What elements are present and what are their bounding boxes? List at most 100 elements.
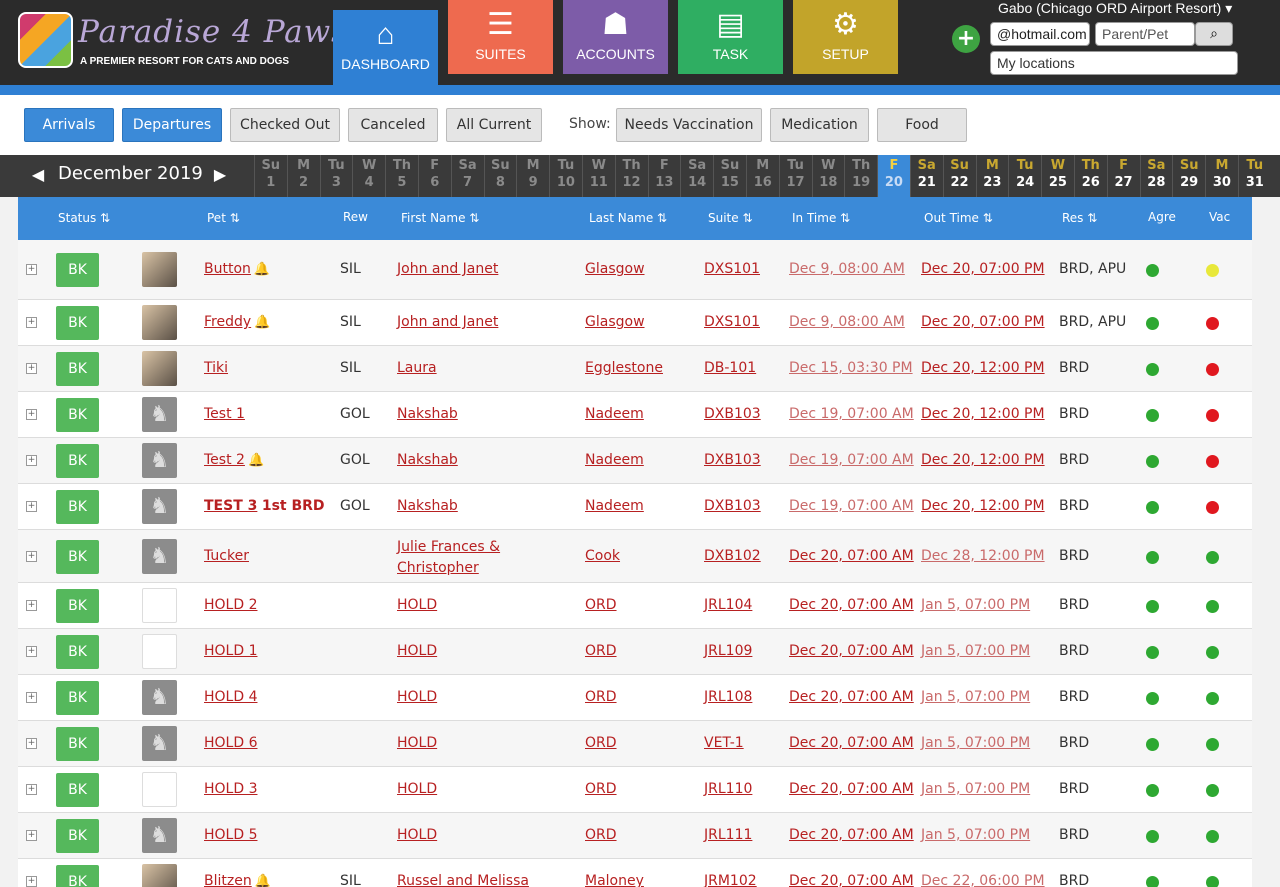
first-name-link-2[interactable]: Christopher [397, 560, 479, 576]
first-name-link[interactable]: HOLD [397, 735, 437, 751]
in-time-link[interactable]: Dec 15, 03:30 PM [789, 360, 913, 376]
expand-row-icon[interactable]: + [26, 876, 37, 887]
table-row[interactable]: + BK Blitzen 🔔 SIL Russel and Melissa Maloney J… [18, 859, 1252, 887]
pet-name-link[interactable]: Blitzen [204, 873, 252, 887]
table-row[interactable]: + BK ♞ HOLD 6 HOLD ORD VET-1 Dec 20, 07:00 AM Ja… [18, 721, 1252, 767]
suite-link[interactable]: DXS101 [704, 261, 760, 277]
calendar-day[interactable]: Th 5 [385, 155, 418, 197]
needs-vaccination-button[interactable]: Needs Vaccination [616, 108, 762, 142]
logo-thumbnail[interactable] [142, 772, 177, 807]
status-badge[interactable]: BK [56, 589, 99, 623]
last-name-link[interactable]: Nadeem [585, 498, 644, 514]
pet-name-link[interactable]: HOLD 5 [204, 827, 257, 843]
last-name-link[interactable]: ORD [585, 735, 617, 751]
parent-pet-select[interactable]: Parent/Pet [1095, 22, 1195, 46]
first-name-link[interactable]: Russel and Melissa [397, 873, 529, 887]
table-row[interactable]: + BK ♞ HOLD 5 HOLD ORD JRL111 Dec 20, 07:00 AM J… [18, 813, 1252, 859]
th-last-name[interactable]: Last Name ⇅ [589, 211, 667, 225]
status-badge[interactable]: BK [56, 398, 99, 432]
in-time-link[interactable]: Dec 20, 07:00 AM [789, 781, 914, 797]
out-time-link[interactable]: Dec 20, 12:00 PM [921, 360, 1045, 376]
nav-suites[interactable]: ☰ SUITES [448, 0, 553, 74]
expand-row-icon[interactable]: + [26, 409, 37, 420]
table-row[interactable]: + BK ♞ HOLD 4 HOLD ORD JRL108 Dec 20, 07:00 AM J… [18, 675, 1252, 721]
location-dropdown[interactable]: Gabo (Chicago ORD Airport Resort) ▾ [998, 0, 1243, 17]
calendar-day[interactable]: W 25 [1041, 155, 1074, 197]
pet-placeholder-icon[interactable]: ♞ [142, 818, 177, 853]
table-row[interactable]: + BK HOLD 3 HOLD ORD JRL110 Dec 20, 07:00 AM Ja… [18, 767, 1252, 813]
table-row[interactable]: + BK Button 🔔 SIL John and Janet Glasgow DXS101… [18, 240, 1252, 300]
pet-name-link[interactable]: HOLD 6 [204, 735, 257, 751]
out-time-link[interactable]: Jan 5, 07:00 PM [921, 597, 1030, 613]
expand-row-icon[interactable]: + [26, 264, 37, 275]
in-time-link[interactable]: Dec 9, 08:00 AM [789, 261, 905, 277]
pet-name-link[interactable]: Freddy [204, 314, 251, 330]
in-time-link[interactable]: Dec 19, 07:00 AM [789, 406, 914, 422]
status-badge[interactable]: BK [56, 635, 99, 669]
out-time-link[interactable]: Jan 5, 07:00 PM [921, 781, 1030, 797]
calendar-day[interactable]: Th 12 [614, 155, 648, 197]
out-time-link[interactable]: Jan 5, 07:00 PM [921, 827, 1030, 843]
calendar-day[interactable]: F 13 [647, 155, 681, 197]
pet-placeholder-icon[interactable]: ♞ [142, 397, 177, 432]
status-badge[interactable]: BK [56, 539, 99, 574]
first-name-link[interactable]: John and Janet [397, 314, 498, 330]
pet-name-link[interactable]: TEST 3 [204, 498, 257, 514]
first-name-link[interactable]: Julie Frances & [397, 539, 500, 555]
table-row[interactable]: + BK ♞ TEST 3 1st BRD GOL Nakshab Nadeem DXB103… [18, 484, 1252, 530]
calendar-day[interactable]: F6 [418, 155, 451, 197]
first-name-link[interactable]: HOLD [397, 689, 437, 705]
pet-placeholder-icon[interactable]: ♞ [142, 489, 177, 524]
email-field[interactable]: @hotmail.com [990, 22, 1090, 46]
pet-photo[interactable] [142, 305, 177, 340]
last-name-link[interactable]: Glasgow [585, 261, 645, 277]
table-row[interactable]: + BK ♞ Test 2 🔔 GOL Nakshab Nadeem DXB103 Dec 19,… [18, 438, 1252, 484]
suite-link[interactable]: DXS101 [704, 314, 760, 330]
suite-link[interactable]: JRM102 [704, 873, 757, 887]
first-name-link[interactable]: HOLD [397, 827, 437, 843]
food-button[interactable]: Food [877, 108, 967, 142]
expand-row-icon[interactable]: + [26, 738, 37, 749]
calendar-day[interactable]: W 18 [811, 155, 845, 197]
in-time-link[interactable]: Dec 19, 07:00 AM [789, 452, 914, 468]
suite-link[interactable]: JRL104 [704, 597, 752, 613]
table-row[interactable]: + BK HOLD 2 HOLD ORD JRL104 Dec 20, 07:00 AM Ja… [18, 583, 1252, 629]
first-name-link[interactable]: Nakshab [397, 452, 458, 468]
expand-row-icon[interactable]: + [26, 317, 37, 328]
last-name-link[interactable]: Glasgow [585, 314, 645, 330]
all-current-button[interactable]: All Current [446, 108, 542, 142]
expand-row-icon[interactable]: + [26, 501, 37, 512]
table-row[interactable]: + BK Freddy 🔔 SIL John and Janet Glasgow DXS101… [18, 300, 1252, 346]
pet-name-link[interactable]: Button [204, 261, 251, 277]
th-status[interactable]: Status ⇅ [58, 211, 110, 225]
pet-placeholder-icon[interactable]: ♞ [142, 726, 177, 761]
first-name-link[interactable]: Laura [397, 360, 437, 376]
calendar-day[interactable]: F 20 [877, 155, 910, 197]
status-badge[interactable]: BK [56, 352, 99, 386]
calendar-day[interactable]: Th 19 [844, 155, 877, 197]
last-name-link[interactable]: ORD [585, 643, 617, 659]
status-badge[interactable]: BK [56, 253, 99, 287]
departures-button[interactable]: Departures [122, 108, 222, 142]
in-time-link[interactable]: Dec 20, 07:00 AM [789, 827, 914, 843]
pet-placeholder-icon[interactable]: ♞ [142, 538, 177, 574]
out-time-link[interactable]: Dec 22, 06:00 PM [921, 873, 1045, 887]
arrivals-button[interactable]: Arrivals [24, 108, 114, 142]
calendar-day[interactable]: Su 29 [1172, 155, 1205, 197]
in-time-link[interactable]: Dec 19, 07:00 AM [789, 498, 914, 514]
in-time-link[interactable]: Dec 20, 07:00 AM [789, 735, 914, 751]
search-icon[interactable]: ⌕ [1195, 22, 1233, 46]
calendar-day[interactable]: W 11 [582, 155, 615, 197]
pet-name-link[interactable]: HOLD 2 [204, 597, 257, 613]
table-row[interactable]: + BK ♞ Tucker Julie Frances & Christopher Cook… [18, 530, 1252, 583]
suite-link[interactable]: DXB103 [704, 498, 761, 514]
calendar-day[interactable]: Tu 3 [319, 155, 353, 197]
bell-alert-icon[interactable]: 🔔 [255, 874, 271, 887]
out-time-link[interactable]: Dec 20, 07:00 PM [921, 261, 1045, 277]
calendar-day[interactable]: M 16 [746, 155, 779, 197]
status-badge[interactable]: BK [56, 681, 99, 715]
status-badge[interactable]: BK [56, 727, 99, 761]
suite-link[interactable]: JRL108 [704, 689, 752, 705]
suite-link[interactable]: VET-1 [704, 735, 744, 751]
status-badge[interactable]: BK [56, 865, 99, 887]
